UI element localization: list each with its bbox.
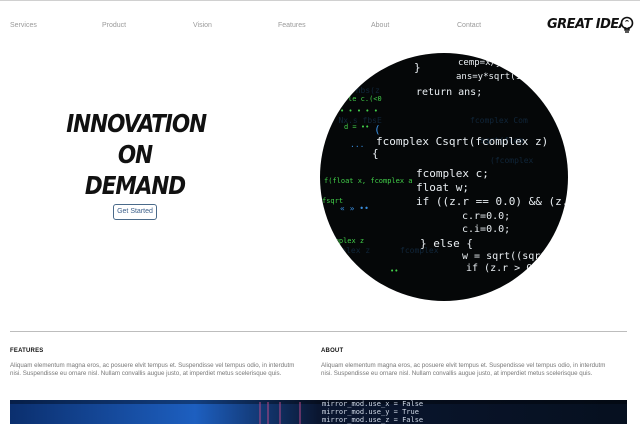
code-line: fcomplex c; [416, 167, 489, 180]
svg-text:(fcomplex: (fcomplex [490, 156, 534, 165]
svg-text:}: } [414, 61, 421, 74]
code-line: if (z.r > 0.0) { [466, 263, 562, 274]
svg-text:« » ••: « » •• [340, 204, 369, 213]
hero-title: INNOVATION ON DEMAND [66, 108, 207, 201]
bottom-code-line: mirror_mod.use_y = True [322, 408, 419, 416]
svg-text:• • • • •: • • • • • [340, 107, 378, 115]
nav-item-services[interactable]: Services [10, 22, 37, 29]
top-border-line [0, 0, 640, 1]
bottom-code-line: mirror_mod.use_x = False [322, 400, 423, 408]
code-line: ans=y*sqrt(1.0+temp*t [456, 72, 568, 82]
about-heading: ABOUT [321, 348, 344, 354]
nav-item-contact[interactable]: Contact [457, 22, 481, 29]
about-text: Aliquam elementum magna eros, ac posuere… [321, 362, 606, 377]
svg-text:n_hsqr nbs(z: n_hsqr nbs(z [322, 86, 380, 95]
svg-text:fcomplex z: fcomplex z [322, 246, 370, 255]
svg-text:d = ••: d = •• [344, 123, 369, 131]
code-line: if ((z.r == 0.0) && (z.i == 0.0)) { [416, 195, 568, 208]
svg-text:••: •• [390, 267, 398, 275]
hero-title-line-2: ON [117, 140, 153, 169]
code-line: cemp=x/y; [458, 58, 507, 68]
svg-text:fcomplex z: fcomplex z [322, 237, 364, 245]
logo-text: GREAT IDEA [547, 17, 629, 32]
svg-text:···: ··· [350, 142, 364, 151]
nav-item-features[interactable]: Features [278, 22, 306, 29]
bottom-code-line: mirror_mod.use_z = False [322, 416, 423, 424]
bottom-banner-image: mirror_mod.use_x = False mirror_mod.use_… [10, 400, 627, 424]
hero-title-line-3: DEMAND [84, 171, 186, 200]
code-line: return ans; [416, 87, 482, 98]
nav-item-product[interactable]: Product [102, 22, 126, 29]
code-line: c.i=0.0; [462, 224, 510, 235]
code-line: } else { [420, 237, 473, 250]
code-line: w = sqrt((sqrt(z.r [462, 251, 568, 262]
code-line: c.r=0.0; [462, 211, 510, 222]
features-text: Aliquam elementum magna eros, ac posuere… [10, 362, 295, 377]
lightbulb-icon [620, 16, 634, 33]
code-line: fcomplex Csqrt(fcomplex z) [376, 135, 548, 148]
svg-text:fcomplex Com: fcomplex Com [470, 116, 528, 125]
svg-text:ns;: ns; [324, 279, 337, 287]
svg-text:f(float x, fcomplex a: f(float x, fcomplex a [324, 177, 413, 185]
code-line: float w; [416, 181, 469, 194]
svg-text:le c.(<0: le c.(<0 [348, 95, 382, 103]
features-heading: FEATURES [10, 348, 44, 354]
section-divider [10, 331, 627, 332]
nav-item-vision[interactable]: Vision [193, 22, 212, 29]
nav-item-about[interactable]: About [371, 22, 389, 29]
svg-text:{: { [372, 147, 379, 160]
svg-text:complex: complex [324, 265, 354, 273]
hero-title-line-1: INNOVATION [66, 109, 207, 138]
get-started-button[interactable]: Get Started [113, 204, 157, 220]
hero-code-image: n_hsqr nbs(z de Nx.s fbsE fcomplex Com (… [320, 53, 568, 301]
brand-logo[interactable]: GREAT IDEA [547, 16, 635, 36]
